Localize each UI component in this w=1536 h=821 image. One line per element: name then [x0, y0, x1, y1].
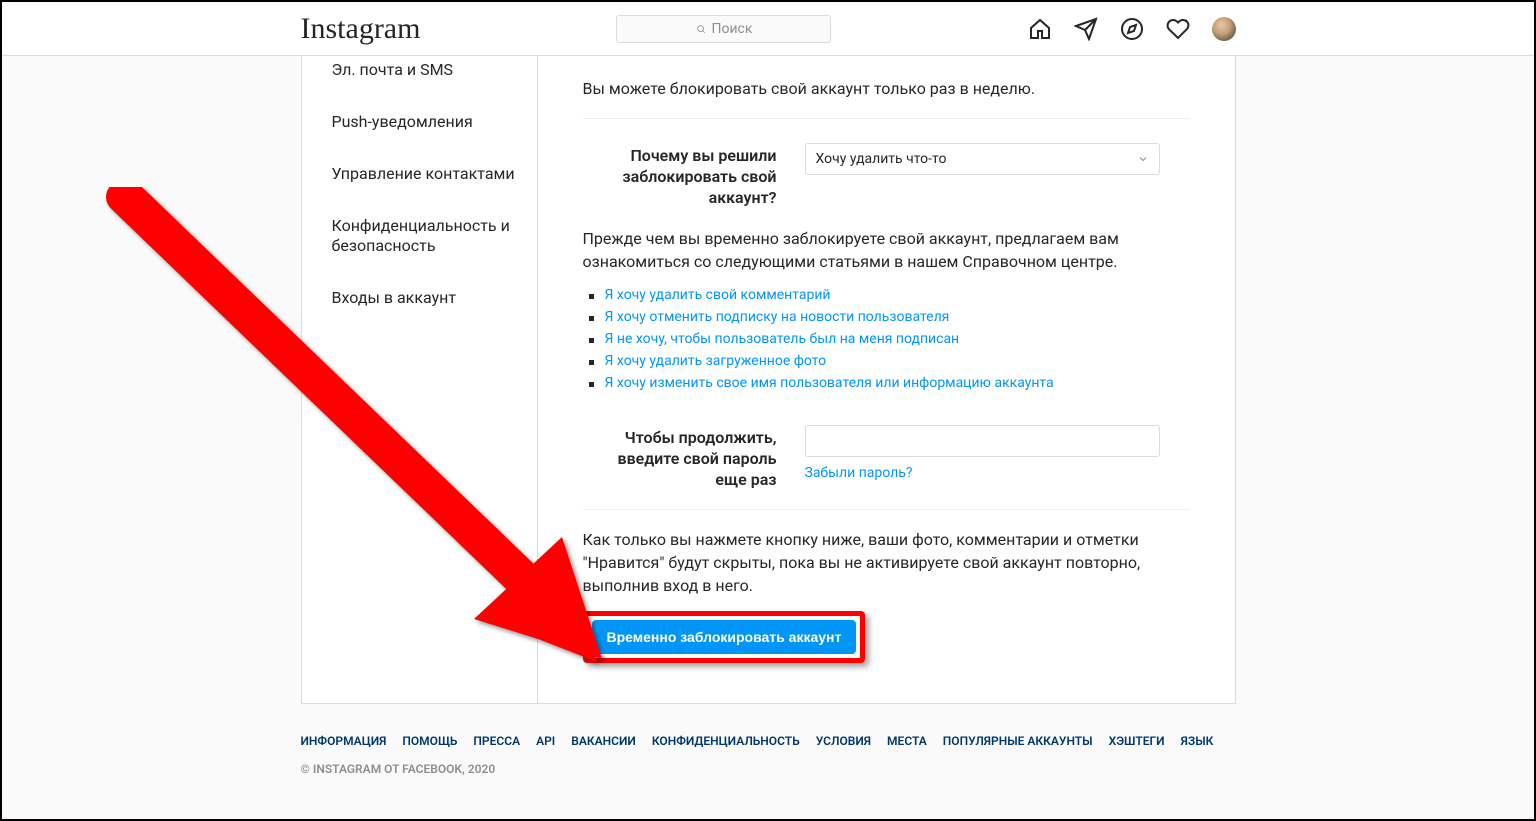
footer-link[interactable]: Вакансии — [571, 734, 636, 748]
main-content: Вы можете блокировать свой аккаунт тольк… — [538, 56, 1235, 703]
footer-link[interactable]: Места — [887, 734, 927, 748]
reason-selected-value: Хочу удалить что-то — [816, 151, 947, 167]
nav-icons — [1028, 17, 1236, 41]
search-icon — [696, 24, 706, 34]
sidebar-item-label: Эл. почта и SMS — [332, 60, 454, 79]
footer-links: Информация Помощь Пресса API Вакансии Ко… — [301, 734, 1236, 748]
home-icon[interactable] — [1028, 17, 1052, 41]
footer-link[interactable]: Хэштеги — [1109, 734, 1165, 748]
list-item: Я хочу удалить свой комментарий — [605, 287, 1190, 303]
pre-help-text: Прежде чем вы временно заблокируете свой… — [583, 227, 1190, 273]
footer-link[interactable]: Пресса — [473, 734, 520, 748]
footer-link[interactable]: Помощь — [402, 734, 457, 748]
footer: Информация Помощь Пресса API Вакансии Ко… — [301, 734, 1236, 776]
footer-link[interactable]: Язык — [1181, 734, 1214, 748]
reason-select[interactable]: Хочу удалить что-то — [805, 143, 1160, 175]
sidebar-item-label: Push-уведомления — [332, 112, 473, 131]
direct-icon[interactable] — [1074, 17, 1098, 41]
divider — [583, 509, 1190, 510]
avatar[interactable] — [1212, 17, 1236, 41]
sidebar-item-privacy[interactable]: Конфиденциальность и безопасность — [302, 200, 537, 272]
search-placeholder: Поиск — [712, 21, 753, 37]
help-links-list: Я хочу удалить свой комментарий Я хочу о… — [605, 287, 1190, 391]
footer-link[interactable]: Информация — [301, 734, 387, 748]
chevron-down-icon — [1137, 153, 1149, 165]
reason-row: Почему вы решили заблокировать свой акка… — [583, 143, 1190, 208]
footer-link[interactable]: Конфиденциальность — [652, 734, 800, 748]
help-link[interactable]: Я хочу удалить загруженное фото — [605, 353, 827, 369]
sidebar-item-email-sms[interactable]: Эл. почта и SMS — [302, 56, 537, 96]
list-item: Я не хочу, чтобы пользователь был на мен… — [605, 331, 1190, 347]
reason-label: Почему вы решили заблокировать свой акка… — [583, 143, 777, 208]
top-bar: Instagram Поиск — [2, 2, 1534, 56]
sidebar-item-logins[interactable]: Входы в аккаунт — [302, 272, 537, 324]
help-link[interactable]: Я хочу отменить подписку на новости поль… — [605, 309, 950, 325]
sidebar-item-emails[interactable] — [302, 324, 537, 356]
search-input[interactable]: Поиск — [616, 15, 831, 43]
settings-card: Эл. почта и SMS Push-уведомления Управле… — [301, 56, 1236, 704]
brand-logo[interactable]: Instagram — [301, 14, 421, 44]
heart-icon[interactable] — [1166, 17, 1190, 41]
explore-icon[interactable] — [1120, 17, 1144, 41]
deactivate-button[interactable]: Временно заблокировать аккаунт — [592, 620, 857, 654]
password-input[interactable] — [805, 425, 1160, 457]
list-item: Я хочу удалить загруженное фото — [605, 353, 1190, 369]
help-link[interactable]: Я хочу изменить свое имя пользователя ил… — [605, 375, 1054, 391]
password-label: Чтобы продолжить, введите свой пароль ещ… — [583, 425, 777, 490]
list-item: Я хочу отменить подписку на новости поль… — [605, 309, 1190, 325]
sidebar-item-contacts[interactable]: Управление контактами — [302, 148, 537, 200]
password-row: Чтобы продолжить, введите свой пароль ещ… — [583, 425, 1190, 490]
sidebar-item-label: Управление контактами — [332, 164, 515, 183]
forgot-password-link[interactable]: Забыли пароль? — [805, 465, 913, 481]
settings-sidebar: Эл. почта и SMS Push-уведомления Управле… — [302, 56, 538, 703]
footer-link[interactable]: API — [536, 734, 555, 748]
help-link[interactable]: Я не хочу, чтобы пользователь был на мен… — [605, 331, 960, 347]
limit-text: Вы можете блокировать свой аккаунт тольк… — [583, 78, 1190, 100]
sidebar-item-label: Конфиденциальность и безопасность — [332, 216, 510, 255]
final-text: Как только вы нажмете кнопку ниже, ваши … — [583, 528, 1190, 598]
divider — [583, 118, 1190, 119]
help-link[interactable]: Я хочу удалить свой комментарий — [605, 287, 831, 303]
sidebar-item-push[interactable]: Push-уведомления — [302, 96, 537, 148]
sidebar-item-label: Входы в аккаунт — [332, 288, 457, 307]
list-item: Я хочу изменить свое имя пользователя ил… — [605, 375, 1190, 391]
footer-link[interactable]: Популярные аккаунты — [943, 734, 1093, 748]
copyright: © Instagram от Facebook, 2020 — [301, 762, 1236, 776]
highlight-annotation: Временно заблокировать аккаунт — [583, 611, 866, 663]
footer-link[interactable]: Условия — [816, 734, 871, 748]
